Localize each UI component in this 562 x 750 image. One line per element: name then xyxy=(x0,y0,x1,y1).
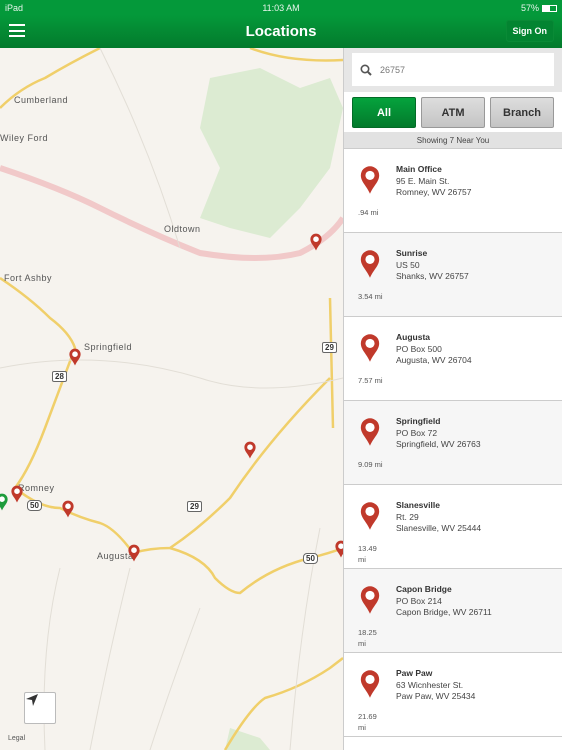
location-address-line1: US 50 xyxy=(396,260,420,270)
location-distance: 9.09 mi xyxy=(358,460,383,469)
location-distance: 18.25 mi xyxy=(358,628,377,648)
location-address-line1: PO Box 214 xyxy=(396,596,442,606)
results-count: Showing 7 Near You xyxy=(344,132,562,149)
legal-link[interactable]: Legal xyxy=(8,735,25,742)
route-shield: 29 xyxy=(187,501,202,512)
filter-atm-button[interactable]: ATM xyxy=(421,97,485,128)
map-pin[interactable] xyxy=(243,441,256,459)
location-name: Springfield xyxy=(396,416,441,426)
map-label: Wiley Ford xyxy=(0,133,49,143)
location-name: Slanesville xyxy=(396,500,440,510)
route-shield: 29 xyxy=(322,342,337,353)
location-address-line2: Romney, WV 26757 xyxy=(396,187,472,197)
location-pin-icon xyxy=(359,165,381,200)
location-row[interactable]: Capon Bridge PO Box 214 Capon Bridge, WV… xyxy=(344,569,562,653)
location-address-line1: Rt. 29 xyxy=(396,512,419,522)
map-pin[interactable] xyxy=(309,233,322,251)
route-shield: 50 xyxy=(303,553,318,564)
location-distance: 13.49 mi xyxy=(358,544,377,564)
filter-all-button[interactable]: All xyxy=(352,97,416,128)
route-shield: 50 xyxy=(27,500,42,511)
location-name: Augusta xyxy=(396,332,430,342)
location-address-line2: Springfield, WV 26763 xyxy=(396,439,481,449)
current-location-button[interactable] xyxy=(24,692,56,724)
location-address-line2: Shanks, WV 26757 xyxy=(396,271,469,281)
clock: 11:03 AM xyxy=(262,2,300,13)
locations-list[interactable]: Main Office 95 E. Main St. Romney, WV 26… xyxy=(344,149,562,737)
location-pin-icon xyxy=(359,501,381,536)
location-address-line2: Capon Bridge, WV 26711 xyxy=(396,607,492,617)
route-shield: 28 xyxy=(52,371,67,382)
map-label: Fort Ashby xyxy=(4,273,53,283)
location-name: Capon Bridge xyxy=(396,584,452,594)
user-location-pin[interactable] xyxy=(0,493,8,511)
location-pin-icon xyxy=(359,669,381,704)
map-canvas xyxy=(0,48,343,750)
map-pin[interactable] xyxy=(61,500,74,518)
location-address-line2: Slanesville, WV 25444 xyxy=(396,523,482,533)
location-pin-icon xyxy=(359,417,381,452)
battery-icon xyxy=(542,4,557,12)
status-bar: iPad 11:03 AM 57% xyxy=(0,0,562,15)
location-distance: .94 mi xyxy=(358,208,379,217)
map-label: Cumberland xyxy=(14,95,69,105)
menu-icon[interactable] xyxy=(9,24,25,37)
location-name: Main Office xyxy=(396,164,442,174)
location-pin-icon xyxy=(359,585,381,620)
location-address-line2: Augusta, WV 26704 xyxy=(396,355,472,365)
location-name: Sunrise xyxy=(396,248,428,258)
location-pin-icon xyxy=(359,333,381,368)
map-pin[interactable] xyxy=(68,348,81,366)
search-icon xyxy=(360,63,372,76)
location-address-line1: PO Box 500 xyxy=(396,344,442,354)
map-view[interactable]: Cumberland Wiley Ford Oldtown Fort Ashby… xyxy=(0,48,343,750)
location-address-line1: 95 E. Main St. xyxy=(396,176,450,186)
map-pin[interactable] xyxy=(334,540,343,558)
filter-branch-button[interactable]: Branch xyxy=(490,97,554,128)
location-row[interactable]: Paw Paw 63 Wicnhester St. Paw Paw, WV 25… xyxy=(344,653,562,737)
locations-panel: All ATM Branch Showing 7 Near You Main O… xyxy=(343,48,562,750)
location-row[interactable]: Sunrise US 50 Shanks, WV 26757 3.54 mi xyxy=(344,233,562,317)
map-pin[interactable] xyxy=(10,485,23,503)
search-field[interactable] xyxy=(352,53,554,86)
location-address-line1: PO Box 72 xyxy=(396,428,438,438)
location-name: Paw Paw xyxy=(396,668,433,678)
location-distance: 7.57 mi xyxy=(358,376,383,385)
map-pin[interactable] xyxy=(127,544,140,562)
location-pin-icon xyxy=(359,249,381,284)
location-row[interactable]: Augusta PO Box 500 Augusta, WV 26704 7.5… xyxy=(344,317,562,401)
location-row[interactable]: Springfield PO Box 72 Springfield, WV 26… xyxy=(344,401,562,485)
location-distance: 3.54 mi xyxy=(358,292,383,301)
sign-on-button[interactable]: Sign On xyxy=(505,20,554,42)
search-input[interactable] xyxy=(380,64,530,75)
nav-bar: Locations Sign On xyxy=(0,15,562,48)
map-label: Oldtown xyxy=(164,224,201,234)
page-title: Locations xyxy=(245,23,317,40)
filter-segment: All ATM Branch xyxy=(344,92,562,132)
location-address-line1: 63 Wicnhester St. xyxy=(396,680,464,690)
location-distance: 21.69 mi xyxy=(358,712,377,732)
map-label: Springfield xyxy=(84,342,133,352)
location-row[interactable]: Main Office 95 E. Main St. Romney, WV 26… xyxy=(344,149,562,233)
location-row[interactable]: Slanesville Rt. 29 Slanesville, WV 25444… xyxy=(344,485,562,569)
location-address-line2: Paw Paw, WV 25434 xyxy=(396,691,476,701)
location-arrow-icon xyxy=(26,694,38,706)
